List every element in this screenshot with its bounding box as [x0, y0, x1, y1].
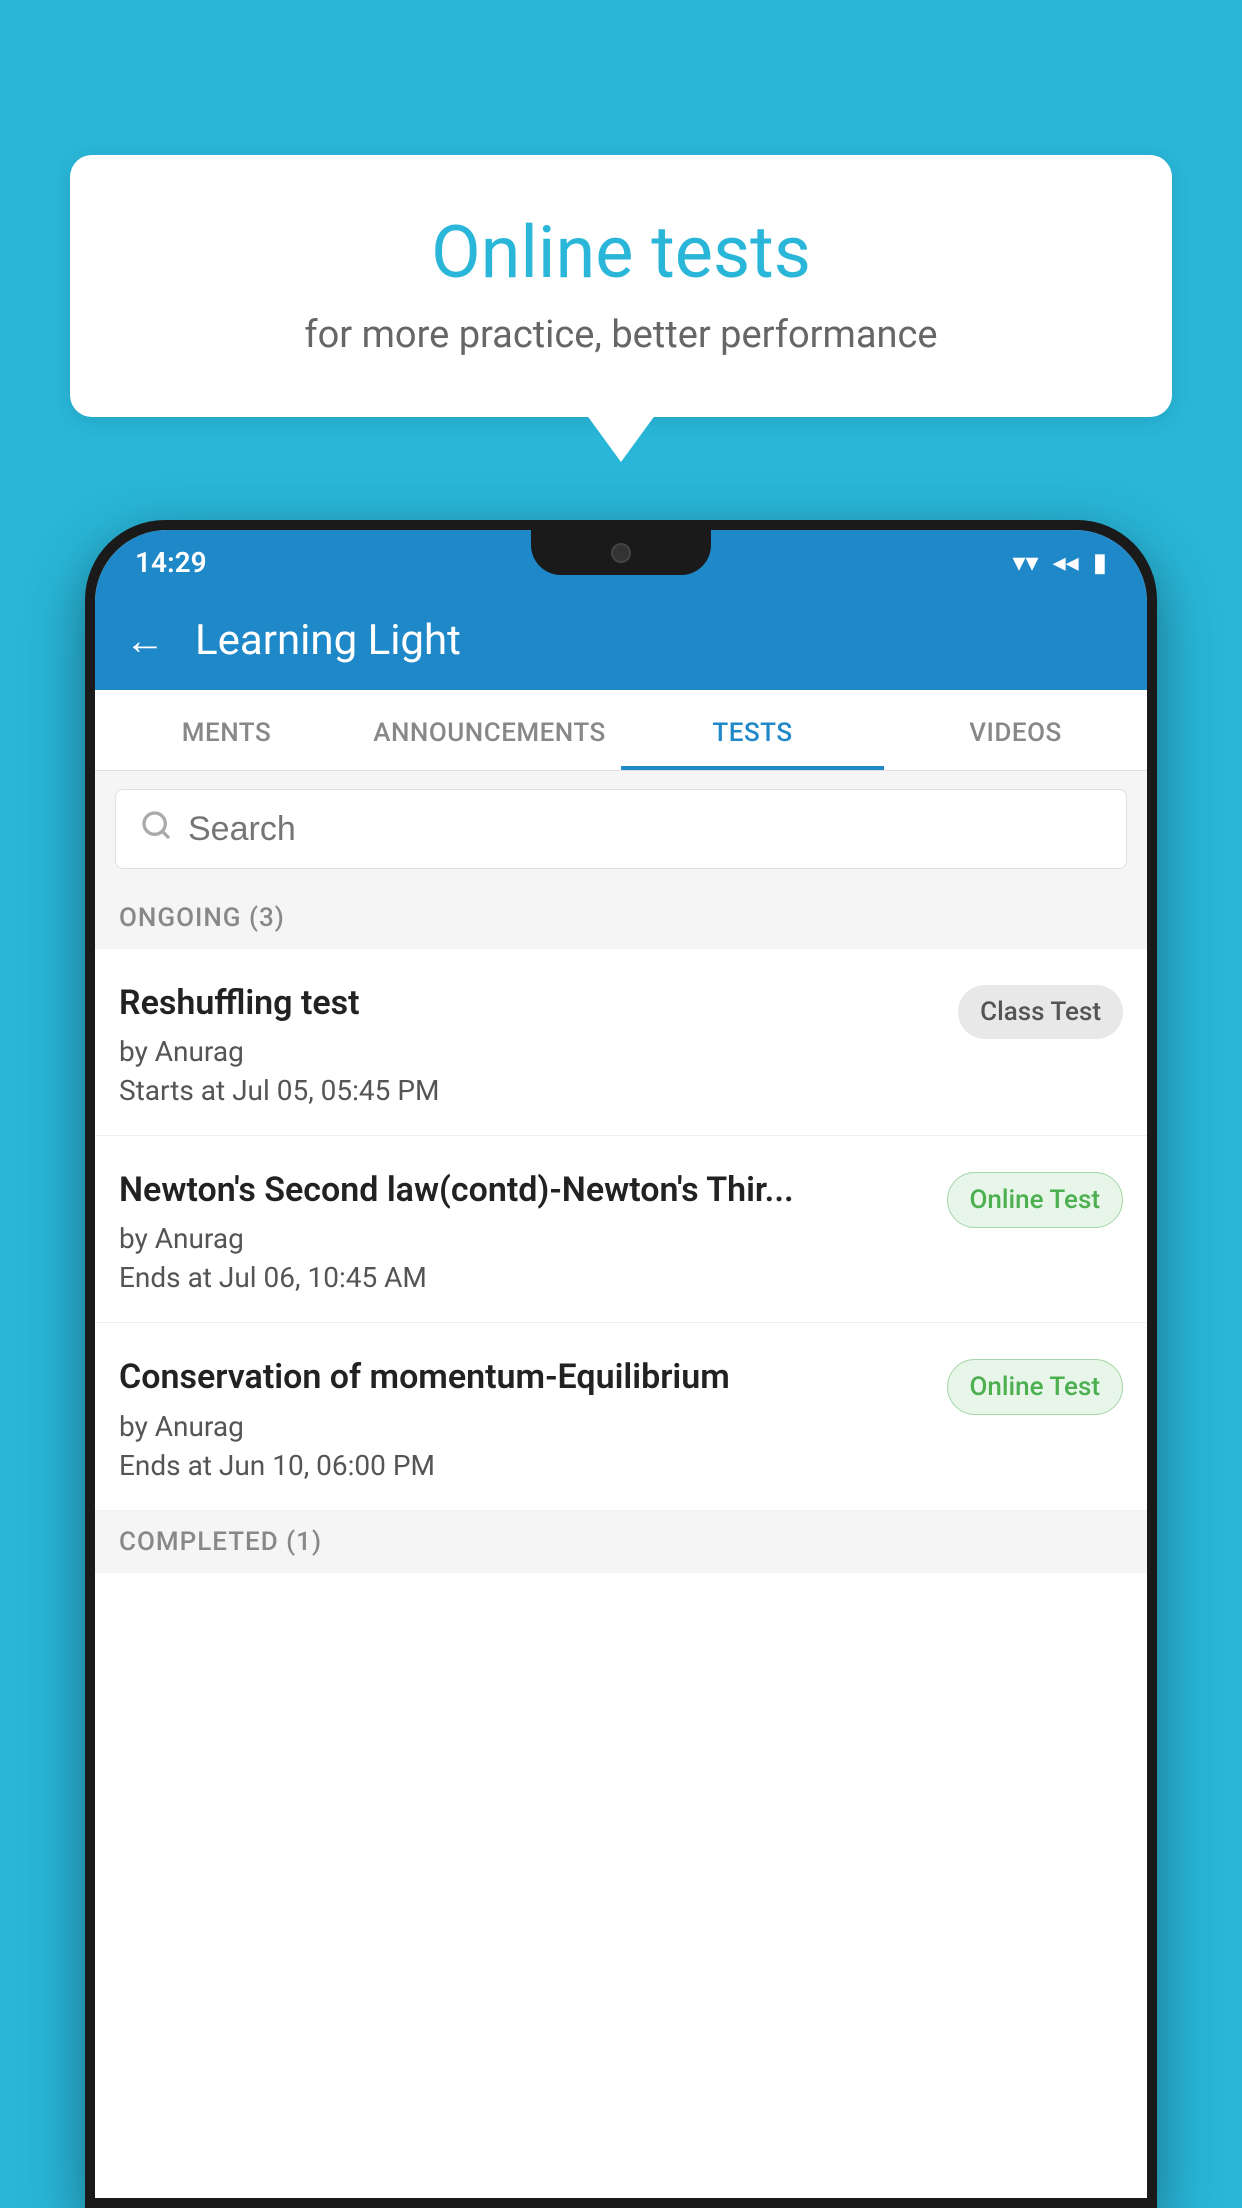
- completed-label: COMPLETED (1): [119, 1527, 322, 1557]
- app-title: Learning Light: [195, 616, 461, 665]
- ongoing-label: ONGOING (3): [119, 903, 285, 933]
- status-icons: ▾▾ ◂◂ ▮: [1012, 548, 1107, 578]
- test-name: Newton's Second law(contd)-Newton's Thir…: [119, 1168, 927, 1212]
- search-input[interactable]: [188, 810, 1102, 849]
- speech-bubble-container: Online tests for more practice, better p…: [70, 155, 1172, 417]
- test-badge-class: Class Test: [958, 985, 1123, 1039]
- test-author: by Anurag: [119, 1410, 927, 1443]
- wifi-icon: ▾▾: [1012, 548, 1038, 578]
- tab-ments[interactable]: MENTS: [95, 690, 358, 770]
- search-input-wrapper[interactable]: [115, 789, 1127, 869]
- completed-section-header: COMPLETED (1): [95, 1511, 1147, 1573]
- bubble-subtitle: for more practice, better performance: [130, 313, 1112, 357]
- phone-frame: 14:29 ▾▾ ◂◂ ▮ ← Learning Light MENTS ANN…: [85, 520, 1157, 2208]
- bubble-title: Online tests: [130, 210, 1112, 295]
- test-info: Reshuffling test by Anurag Starts at Jul…: [119, 981, 938, 1107]
- test-item[interactable]: Newton's Second law(contd)-Newton's Thir…: [95, 1136, 1147, 1323]
- tab-tests[interactable]: TESTS: [621, 690, 884, 770]
- battery-icon: ▮: [1093, 548, 1107, 578]
- test-info: Newton's Second law(contd)-Newton's Thir…: [119, 1168, 927, 1294]
- ongoing-section-header: ONGOING (3): [95, 887, 1147, 949]
- test-name: Reshuffling test: [119, 981, 938, 1025]
- test-info: Conservation of momentum-Equilibrium by …: [119, 1355, 927, 1481]
- status-time: 14:29: [135, 546, 207, 579]
- test-time: Ends at Jul 06, 10:45 AM: [119, 1261, 927, 1294]
- tab-videos[interactable]: VIDEOS: [884, 690, 1147, 770]
- test-author: by Anurag: [119, 1035, 938, 1068]
- test-time: Ends at Jun 10, 06:00 PM: [119, 1449, 927, 1482]
- test-author: by Anurag: [119, 1222, 927, 1255]
- test-item[interactable]: Conservation of momentum-Equilibrium by …: [95, 1323, 1147, 1510]
- test-list: Reshuffling test by Anurag Starts at Jul…: [95, 949, 1147, 1511]
- test-item[interactable]: Reshuffling test by Anurag Starts at Jul…: [95, 949, 1147, 1136]
- tabs-container: MENTS ANNOUNCEMENTS TESTS VIDEOS: [95, 690, 1147, 771]
- camera-dot: [611, 543, 631, 563]
- test-badge-online: Online Test: [947, 1359, 1124, 1415]
- speech-bubble: Online tests for more practice, better p…: [70, 155, 1172, 417]
- search-icon: [140, 808, 172, 850]
- test-badge-online: Online Test: [947, 1172, 1124, 1228]
- app-bar: ← Learning Light: [95, 590, 1147, 690]
- signal-icon: ◂◂: [1053, 548, 1079, 578]
- phone-notch: [531, 530, 711, 575]
- test-time: Starts at Jul 05, 05:45 PM: [119, 1074, 938, 1107]
- back-button[interactable]: ←: [125, 617, 165, 664]
- phone-inner: 14:29 ▾▾ ◂◂ ▮ ← Learning Light MENTS ANN…: [95, 530, 1147, 2198]
- tab-announcements[interactable]: ANNOUNCEMENTS: [358, 690, 621, 770]
- test-name: Conservation of momentum-Equilibrium: [119, 1355, 927, 1399]
- search-container: [95, 771, 1147, 887]
